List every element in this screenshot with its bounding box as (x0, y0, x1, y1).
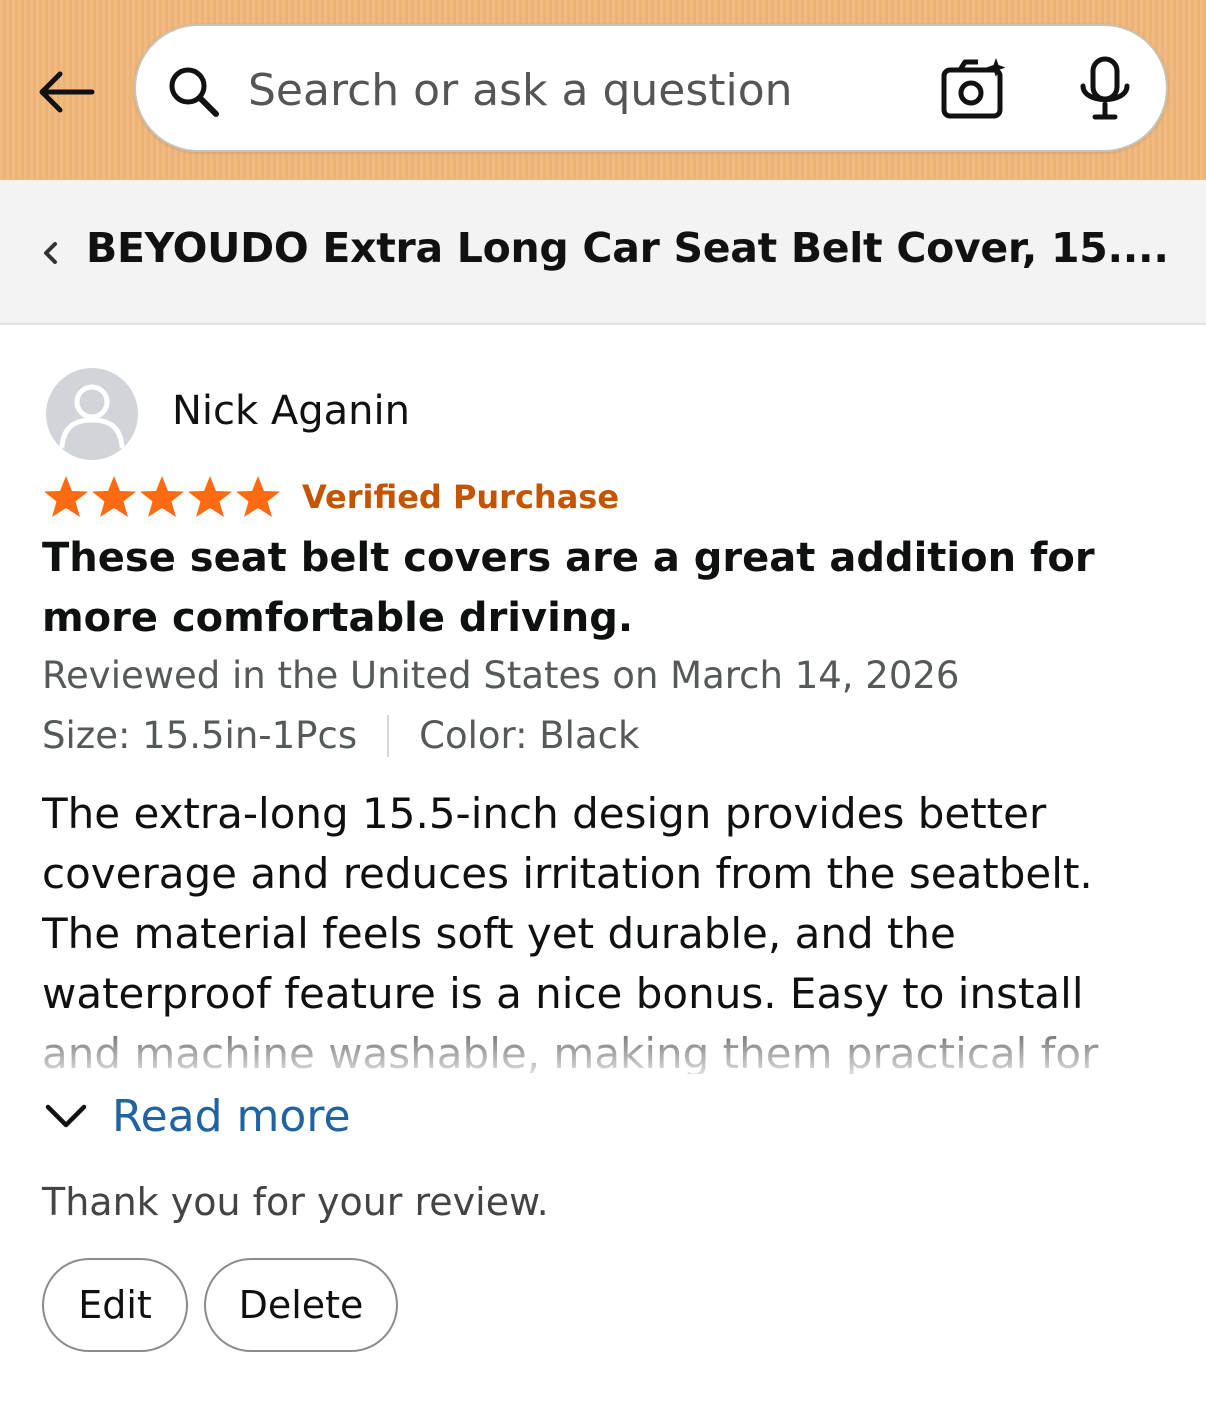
product-title[interactable]: BEYOUDO Extra Long Car Seat Belt Cover, … (86, 224, 1176, 284)
review-date: Reviewed in the United States on March 1… (42, 654, 960, 697)
star-icon (92, 476, 136, 517)
camera-sparkle-icon[interactable] (940, 56, 1010, 122)
star-icon (236, 476, 280, 517)
variant-color: Color: Black (419, 714, 640, 757)
verified-purchase-badge: Verified Purchase (302, 478, 620, 516)
product-link-bar[interactable]: BEYOUDO Extra Long Car Seat Belt Cover, … (0, 180, 1206, 325)
reviewer-name: Nick Aganin (172, 388, 410, 434)
variant-size: Size: 15.5in-1Pcs (42, 714, 358, 757)
review-title: These seat belt covers are a great addit… (42, 535, 1095, 641)
review-body-fade (0, 1026, 1206, 1076)
search-icon (169, 67, 219, 117)
back-button[interactable] (30, 62, 100, 122)
edit-button[interactable]: Edit (42, 1258, 188, 1352)
read-more-link[interactable]: Read more (44, 1086, 351, 1146)
star-icon (140, 476, 184, 517)
star-rating (42, 474, 282, 520)
avatar (46, 368, 138, 460)
search-input[interactable] (248, 50, 928, 130)
star-icon (188, 476, 232, 517)
thank-you-message: Thank you for your review. (42, 1180, 549, 1224)
chevron-down-icon (45, 1104, 87, 1128)
search-bar[interactable] (134, 24, 1168, 152)
user-icon (59, 384, 125, 449)
top-header (0, 0, 1206, 180)
variant-info: Size: 15.5in-1Pcs Color: Black (42, 714, 639, 757)
divider (387, 714, 390, 757)
star-icon (44, 476, 88, 517)
microphone-icon[interactable] (1076, 56, 1134, 122)
arrow-left-icon (39, 71, 95, 113)
delete-button[interactable]: Delete (204, 1258, 398, 1352)
read-more-label[interactable]: Read more (112, 1091, 351, 1142)
chevron-left-icon (44, 242, 57, 264)
